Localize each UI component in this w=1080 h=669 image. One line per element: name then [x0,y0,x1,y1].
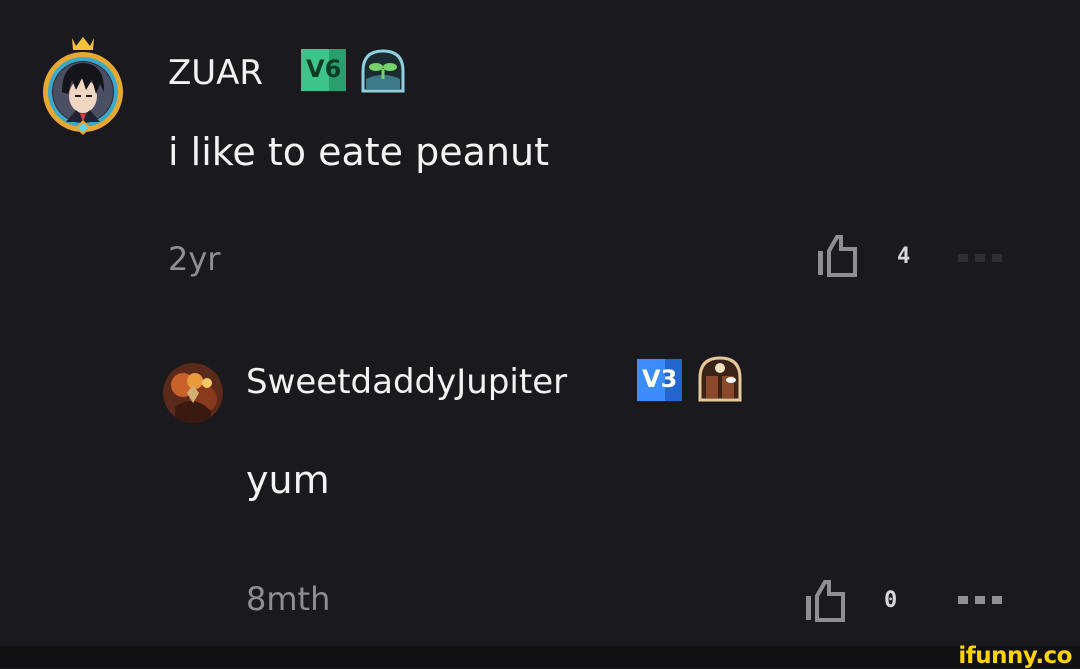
door-badge-icon [697,356,743,402]
anime-character-avatar-icon [43,37,123,135]
more-options-button[interactable] [958,593,1006,607]
dot [958,596,968,604]
fantasy-art-avatar-icon [163,363,223,423]
level-badge: V6 [301,49,346,91]
timestamp: 8mth [246,580,331,618]
sprout-badge-icon [360,49,406,93]
timestamp: 2yr [168,240,221,278]
username[interactable]: ZUAR [168,53,263,93]
reply-item: SweetdaddyJupiter V3 yum 8mth 0 [0,340,1080,640]
like-count: 0 [884,588,898,613]
thumbs-up-icon [818,235,857,277]
comment-text: i like to eate peanut [168,130,549,174]
level-badge-label: V3 [642,365,677,393]
like-count: 4 [897,244,911,269]
username[interactable]: SweetdaddyJupiter [246,362,567,402]
level-badge-label: V6 [306,55,341,83]
avatar[interactable] [36,36,130,135]
more-options-button[interactable] [958,251,1006,265]
avatar[interactable] [163,363,223,423]
like-button[interactable] [804,578,846,622]
footer-bar [0,646,1080,668]
watermark: ifunny.co [958,643,1072,669]
comment-item: ZUAR V6 i like to eate peanut 2yr 4 [0,0,1080,310]
like-button[interactable] [816,233,858,277]
dot [958,254,968,262]
comment-text: yum [246,458,330,502]
level-badge: V3 [637,359,682,401]
dot [975,596,985,604]
thumbs-up-icon [806,580,845,622]
dot [992,254,1002,262]
dot [992,596,1002,604]
dot [975,254,985,262]
